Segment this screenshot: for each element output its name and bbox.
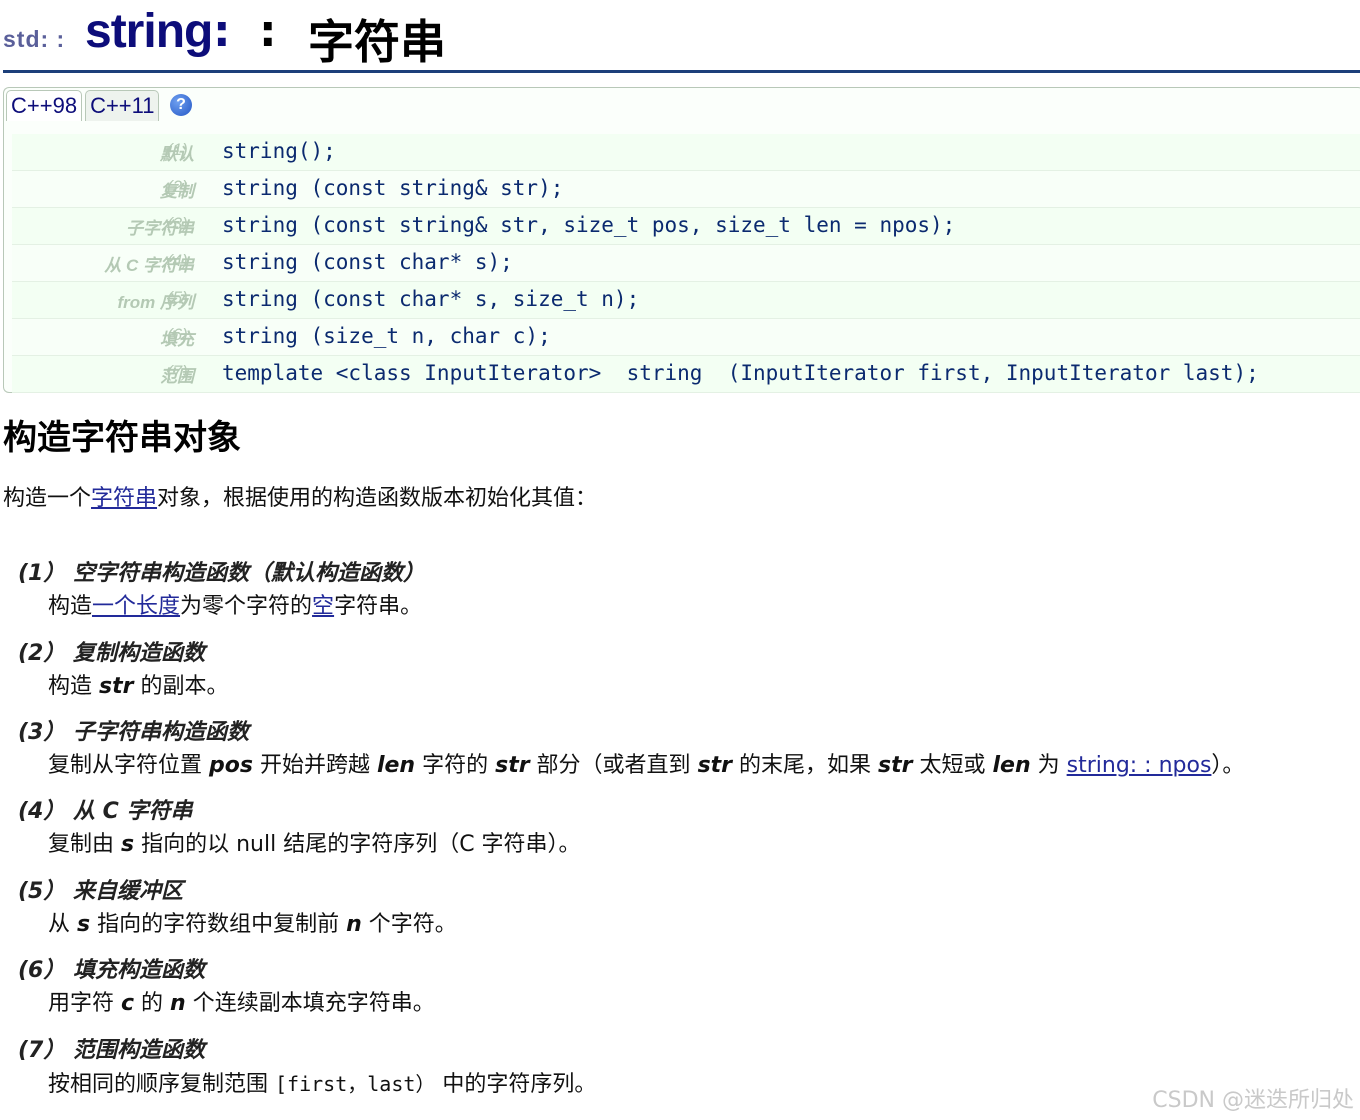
ctor-title: (2） 复制构造函数	[18, 641, 206, 666]
desc-text: ）。	[1211, 753, 1245, 778]
title-separator: :	[213, 6, 231, 57]
desc-text: 的	[134, 991, 171, 1016]
param-name: str	[697, 753, 733, 778]
desc-text: 太短或	[912, 753, 993, 778]
prototype-number: (6)	[167, 325, 188, 344]
tab-cpp11[interactable]: C++11	[85, 90, 160, 121]
param-name: len	[992, 753, 1031, 778]
ctor-description: 复制由 s 指向的以 null 结尾的字符序列（C 字符串）。	[48, 829, 1348, 861]
param-name: str	[495, 753, 530, 778]
param-name: pos	[209, 753, 253, 778]
npos-link[interactable]: string: : npos	[1067, 753, 1212, 778]
prototype-row: 范围 (7) template <class InputIterator> st…	[12, 356, 1360, 393]
param-name: str	[878, 753, 913, 778]
prototype-number: (7)	[167, 362, 188, 381]
prototype-code: string();	[222, 139, 336, 163]
param-name: str	[99, 674, 134, 699]
title-class-name: string	[85, 5, 213, 58]
desc-text: 个连续副本填充字符串。	[185, 991, 435, 1016]
desc-text: 用字符	[48, 991, 121, 1016]
prototype-row: from 序列 (5) string (const char* s, size_…	[12, 282, 1360, 319]
string-link[interactable]: 字符串	[91, 486, 157, 511]
range-code: [first，last）	[275, 1072, 436, 1096]
desc-text: 为零个字符的	[180, 594, 313, 619]
prototype-code: string (size_t n, char c);	[222, 324, 551, 348]
desc-text: 构造	[48, 594, 93, 619]
desc-text: 为	[1030, 753, 1067, 778]
ctor-title: (6） 填充构造函数	[18, 958, 206, 983]
prototype-code: string (const string& str, size_t pos, s…	[222, 213, 956, 237]
desc-text: 指向的以 null 结尾的字符序列（C 字符串）。	[134, 832, 581, 857]
prototype-code: template <class InputIterator> string (I…	[222, 361, 1259, 385]
desc-text: 中的字符序列。	[435, 1072, 597, 1097]
prototype-list: 默认 (1) string(); 复制 (2) string (const st…	[12, 134, 1360, 393]
title-separator: :	[259, 6, 277, 57]
ctor-item-copy: (2） 复制构造函数 构造 str 的副本。	[18, 637, 1348, 703]
ctor-description: 构造一个长度为零个字符的空字符串。	[48, 591, 1348, 623]
desc-text: 字符的	[415, 753, 496, 778]
ctor-item-substring: (3） 子字符串构造函数 复制从字符位置 pos 开始并跨越 len 字符的 s…	[18, 716, 1348, 782]
desc-text: 字符串。	[334, 594, 423, 619]
ctor-item-c-string: (4） 从 C 字符串 复制由 s 指向的以 null 结尾的字符序列（C 字符…	[18, 795, 1348, 861]
ctor-item-range: (7） 范围构造函数 按相同的顺序复制范围 [first，last） 中的字符序…	[18, 1034, 1348, 1100]
param-name: s	[121, 832, 135, 857]
empty-link[interactable]: 空	[312, 594, 334, 619]
ctor-item-buffer: (5） 来自缓冲区 从 s 指向的字符数组中复制前 n 个字符。	[18, 875, 1348, 941]
prototype-row: 默认 (1) string();	[12, 134, 1360, 171]
version-tabs: C++98 C++11	[6, 90, 160, 122]
ctor-title: (3） 子字符串构造函数	[18, 720, 250, 745]
desc-text: 复制由	[48, 832, 121, 857]
prototype-number: (4)	[167, 251, 188, 270]
desc-text: 指向的字符数组中复制前	[90, 912, 347, 937]
ctor-title: (7） 范围构造函数	[18, 1038, 206, 1063]
ctor-description: 用字符 c 的 n 个连续副本填充字符串。	[48, 988, 1348, 1020]
ctor-item-default: (1） 空字符串构造函数（默认构造函数） 构造一个长度为零个字符的空字符串。	[18, 557, 1348, 623]
param-name: n	[170, 991, 186, 1016]
desc-text: 从	[48, 912, 77, 937]
ctor-title: (1） 空字符串构造函数（默认构造函数）	[18, 561, 426, 586]
param-name: c	[121, 991, 135, 1016]
ctor-item-fill: (6） 填充构造函数 用字符 c 的 n 个连续副本填充字符串。	[18, 954, 1348, 1020]
prototype-number: (3)	[167, 214, 188, 233]
prototype-row: 填充 (6) string (size_t n, char c);	[12, 319, 1360, 356]
prototype-row: 复制 (2) string (const string& str);	[12, 171, 1360, 208]
ctor-title: (4） 从 C 字符串	[18, 799, 193, 824]
prototype-code: string (const string& str);	[222, 176, 564, 200]
length-link[interactable]: 一个长度	[92, 594, 180, 619]
desc-text: 复制从字符位置	[48, 753, 209, 778]
ctor-title: (5） 来自缓冲区	[18, 879, 184, 904]
desc-text: 开始并跨越	[252, 753, 377, 778]
param-name: s	[77, 912, 91, 937]
desc-text: 部分（或者直到	[529, 753, 698, 778]
ctor-description: 构造 str 的副本。	[48, 671, 1348, 703]
title-namespace: std: :	[3, 26, 66, 52]
prototype-number: (5)	[167, 288, 188, 307]
title-subtitle: 字符串	[308, 15, 446, 69]
ctor-description: 复制从字符位置 pos 开始并跨越 len 字符的 str 部分（或者直到 st…	[48, 750, 1348, 782]
desc-text: 按相同的顺序复制范围	[48, 1072, 275, 1097]
desc-text: 的末尾，如果	[732, 753, 879, 778]
param-name: len	[376, 753, 416, 778]
desc-text: 构造	[48, 674, 99, 699]
intro-paragraph: 构造一个字符串对象，根据使用的构造函数版本初始化其值：	[3, 480, 597, 512]
prototype-code: string (const char* s);	[222, 250, 513, 274]
intro-text: 对象，根据使用的构造函数版本初始化其值：	[157, 486, 598, 511]
desc-text: 的副本。	[133, 674, 229, 699]
page-title: std: : string : : 字符串	[3, 0, 1360, 73]
param-name: n	[346, 912, 362, 937]
prototype-number: (2)	[167, 177, 188, 196]
desc-text: 个字符。	[361, 912, 457, 937]
prototype-row: 从 C 字符串 (4) string (const char* s);	[12, 245, 1360, 282]
tab-cpp98[interactable]: C++98	[6, 90, 83, 121]
ctor-description: 从 s 指向的字符数组中复制前 n 个字符。	[48, 909, 1348, 941]
prototype-box: C++98 C++11 ? 默认 (1) string(); 复制 (2) st…	[3, 87, 1360, 393]
section-heading: 构造字符串对象	[3, 418, 241, 458]
intro-text: 构造一个	[3, 486, 92, 511]
help-icon[interactable]: ?	[170, 94, 192, 116]
watermark: CSDN @迷迭所归处	[1152, 1088, 1354, 1113]
prototype-row: 子字符串 (3) string (const string& str, size…	[12, 208, 1360, 245]
prototype-number: (1)	[167, 140, 188, 159]
prototype-code: string (const char* s, size_t n);	[222, 287, 640, 311]
